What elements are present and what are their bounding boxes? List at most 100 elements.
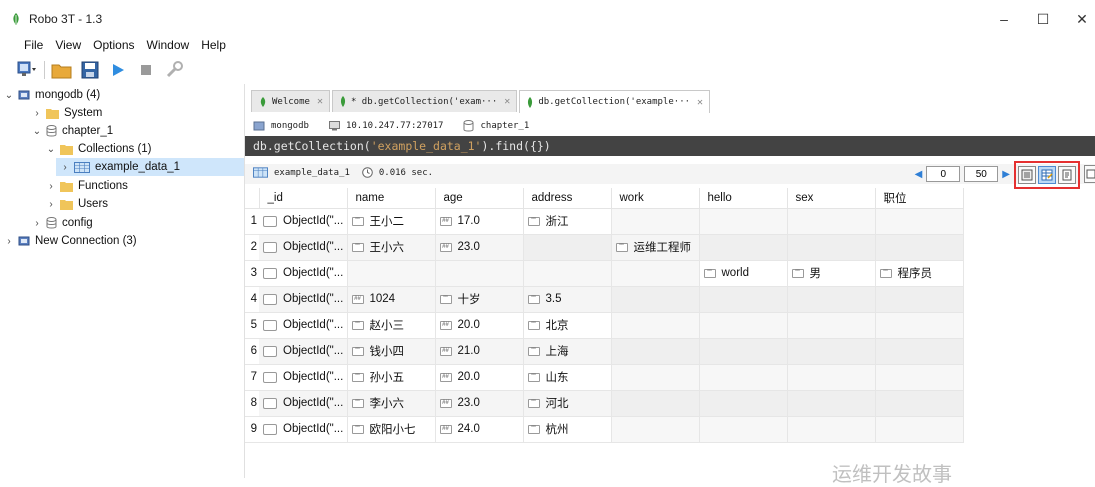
chevron-right-icon[interactable]: › [4, 236, 14, 247]
chevron-right-icon[interactable]: › [46, 199, 56, 210]
table-row[interactable]: 8ObjectId("...""李小六##23.0""河北 [245, 390, 963, 416]
column-header-work[interactable]: work [611, 188, 699, 208]
menu-options[interactable]: Options [87, 38, 140, 56]
cell-age[interactable]: ##21.0 [435, 338, 523, 364]
cell-name[interactable]: ""李小六 [347, 390, 435, 416]
cell-work[interactable]: ""运维工程师 [611, 234, 699, 260]
cell-age[interactable]: ##20.0 [435, 364, 523, 390]
close-button[interactable]: ✕ [1070, 8, 1094, 30]
cell-id[interactable]: ObjectId("... [259, 416, 347, 442]
next-page-icon[interactable]: ▶ [1002, 169, 1010, 180]
cell-work[interactable] [611, 260, 699, 286]
cell-age[interactable] [435, 260, 523, 286]
cell-pos[interactable] [875, 286, 963, 312]
cell-sex[interactable]: ""男 [787, 260, 875, 286]
cell-hello[interactable] [699, 416, 787, 442]
table-row[interactable]: 9ObjectId("...""欧阳小七##24.0""杭州 [245, 416, 963, 442]
cell-age[interactable]: ##23.0 [435, 390, 523, 416]
chevron-right-icon[interactable]: › [32, 108, 42, 119]
tree-item-users[interactable]: › Users [46, 195, 108, 213]
open-button[interactable] [51, 59, 73, 81]
cell-hello[interactable] [699, 234, 787, 260]
cell-id[interactable]: ObjectId("... [259, 312, 347, 338]
cell-hello[interactable] [699, 338, 787, 364]
cell-name[interactable]: ""王小二 [347, 208, 435, 234]
maximize-button[interactable]: ☐ [1031, 8, 1055, 30]
cell-pos[interactable] [875, 364, 963, 390]
cell-work[interactable] [611, 338, 699, 364]
cell-name[interactable]: ""王小六 [347, 234, 435, 260]
query-editor[interactable]: db.getCollection('example_data_1').find(… [245, 136, 1095, 156]
table-row[interactable]: 7ObjectId("...""孙小五##20.0""山东 [245, 364, 963, 390]
column-header-age[interactable]: age [435, 188, 523, 208]
tree-item-functions[interactable]: › Functions [46, 177, 128, 195]
cell-age[interactable]: ##24.0 [435, 416, 523, 442]
limit-input[interactable] [964, 166, 998, 182]
cell-sex[interactable] [787, 390, 875, 416]
cell-id[interactable]: ObjectId("... [259, 338, 347, 364]
more-views-button[interactable] [1084, 165, 1095, 183]
tree-item-system[interactable]: › System [32, 104, 102, 122]
cell-pos[interactable] [875, 338, 963, 364]
cell-address[interactable]: ""河北 [523, 390, 611, 416]
menu-help[interactable]: Help [195, 38, 232, 56]
cell-address[interactable]: ""上海 [523, 338, 611, 364]
tree-item-example-data-1[interactable]: › example_data_1 [56, 158, 244, 176]
cell-id[interactable]: ObjectId("... [259, 208, 347, 234]
column-header-position[interactable]: 职位 [875, 188, 963, 208]
table-row[interactable]: 2ObjectId("...""王小六##23.0""运维工程师 [245, 234, 963, 260]
column-header-hello[interactable]: hello [699, 188, 787, 208]
cell-name[interactable]: ""赵小三 [347, 312, 435, 338]
stop-button[interactable] [135, 59, 157, 81]
menu-file[interactable]: File [0, 38, 49, 56]
cell-age[interactable]: ##20.0 [435, 312, 523, 338]
table-row[interactable]: 4ObjectId("...##1024""十岁""3.5 [245, 286, 963, 312]
minimize-button[interactable]: – [992, 8, 1016, 30]
cell-sex[interactable] [787, 286, 875, 312]
tab-query-2[interactable]: db.getCollection('example··· ✕ [519, 90, 710, 113]
tree-view-button[interactable] [1018, 166, 1036, 184]
cell-name[interactable]: ""孙小五 [347, 364, 435, 390]
cell-age[interactable]: ""十岁 [435, 286, 523, 312]
cell-sex[interactable] [787, 312, 875, 338]
chevron-down-icon[interactable]: ⌄ [46, 144, 56, 155]
close-icon[interactable]: ✕ [697, 97, 703, 108]
cell-pos[interactable] [875, 312, 963, 338]
cell-name[interactable]: ""欧阳小七 [347, 416, 435, 442]
format-button[interactable] [163, 59, 185, 81]
table-row[interactable]: 3ObjectId("...""world""男""程序员 [245, 260, 963, 286]
cell-id[interactable]: ObjectId("... [259, 260, 347, 286]
cell-name[interactable] [347, 260, 435, 286]
column-header-id[interactable]: _id [259, 188, 347, 208]
cell-pos[interactable] [875, 416, 963, 442]
cell-hello[interactable]: ""world [699, 260, 787, 286]
cell-address[interactable]: ""山东 [523, 364, 611, 390]
chevron-down-icon[interactable]: ⌄ [32, 126, 42, 137]
cell-work[interactable] [611, 390, 699, 416]
chevron-down-icon[interactable]: ⌄ [4, 90, 14, 101]
cell-address[interactable]: ""杭州 [523, 416, 611, 442]
menu-window[interactable]: Window [141, 38, 196, 56]
table-row[interactable]: 1ObjectId("...""王小二##17.0""浙江 [245, 208, 963, 234]
table-row[interactable]: 5ObjectId("...""赵小三##20.0""北京 [245, 312, 963, 338]
cell-work[interactable] [611, 312, 699, 338]
cell-hello[interactable] [699, 390, 787, 416]
tree-item-collections[interactable]: ⌄ Collections (1) [46, 140, 152, 158]
cell-pos[interactable] [875, 234, 963, 260]
tree-item-chapter-1[interactable]: ⌄ chapter_1 [32, 122, 113, 140]
cell-age[interactable]: ##17.0 [435, 208, 523, 234]
cell-work[interactable] [611, 364, 699, 390]
text-view-button[interactable] [1058, 166, 1076, 184]
cell-pos[interactable] [875, 390, 963, 416]
tree-item-new-connection[interactable]: › New Connection (3) [4, 232, 137, 250]
cell-sex[interactable] [787, 364, 875, 390]
cell-name[interactable]: ""钱小四 [347, 338, 435, 364]
tree-item-config[interactable]: › config [32, 214, 93, 232]
cell-id[interactable]: ObjectId("... [259, 364, 347, 390]
cell-work[interactable] [611, 208, 699, 234]
cell-sex[interactable] [787, 234, 875, 260]
skip-input[interactable] [926, 166, 960, 182]
execute-button[interactable] [107, 59, 129, 81]
cell-address[interactable] [523, 260, 611, 286]
cell-pos[interactable]: ""程序员 [875, 260, 963, 286]
